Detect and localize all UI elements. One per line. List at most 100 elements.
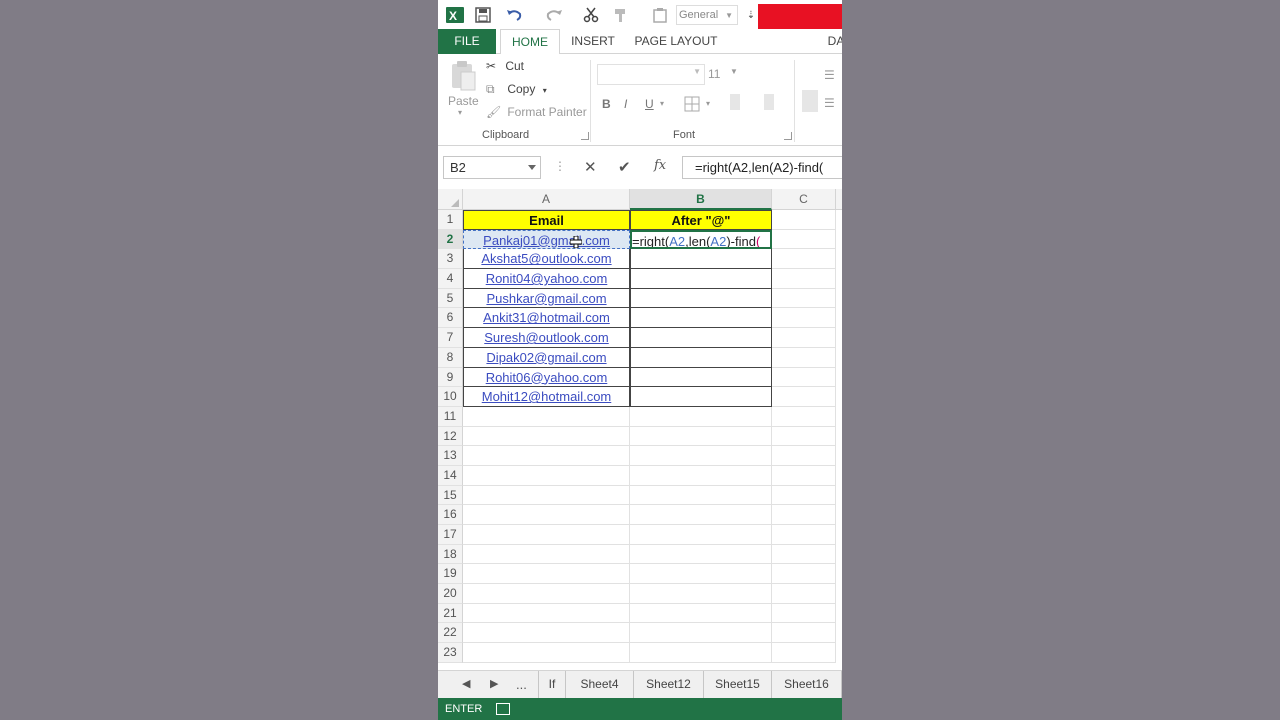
scroll-left-icon[interactable]: ◀	[462, 671, 470, 698]
cell-a[interactable]: Suresh@outlook.com	[463, 328, 630, 348]
column-header-c[interactable]: C	[772, 189, 836, 210]
paste-dropdown-icon[interactable]: ▾	[458, 108, 462, 117]
email-link[interactable]: Suresh@outlook.com	[484, 330, 608, 345]
cell-a[interactable]: Ankit31@hotmail.com	[463, 308, 630, 329]
cell-a[interactable]: Dipak02@gmail.com	[463, 347, 630, 368]
email-link[interactable]: Akshat5@outlook.com	[481, 251, 611, 266]
cell-b[interactable]	[630, 288, 772, 309]
row-header[interactable]: 17	[438, 525, 463, 545]
formula-input[interactable]: =right(A2,len(A2)-find(	[682, 156, 842, 179]
clipboard-launcher-icon[interactable]	[581, 132, 589, 140]
row-header[interactable]: 3	[438, 249, 463, 270]
email-link[interactable]: Pankaj01@gmail.com	[483, 233, 610, 248]
row-header[interactable]: 15	[438, 485, 463, 506]
cell-b[interactable]	[630, 347, 772, 368]
cell-a[interactable]	[463, 623, 630, 644]
row-header[interactable]: 23	[438, 643, 463, 663]
font-launcher-icon[interactable]	[784, 132, 792, 140]
cell-c[interactable]	[772, 328, 836, 348]
borders-icon[interactable]	[684, 96, 700, 115]
number-format-select[interactable]: General ▼	[676, 5, 738, 25]
cell-c[interactable]	[772, 584, 836, 604]
macro-record-icon[interactable]	[496, 703, 510, 715]
cell-c[interactable]	[772, 269, 836, 289]
row-header[interactable]: 12	[438, 426, 463, 447]
cell-a[interactable]	[463, 505, 630, 525]
tab-file[interactable]: FILE	[438, 29, 496, 54]
cell-c[interactable]	[772, 544, 836, 565]
cell-b[interactable]	[630, 249, 772, 270]
cell-a[interactable]	[463, 465, 630, 486]
cell-b[interactable]	[630, 505, 772, 525]
column-header-a[interactable]: A	[463, 189, 630, 210]
cell-c[interactable]	[772, 485, 836, 506]
cell-b[interactable]	[630, 367, 772, 388]
row-header[interactable]: 2	[438, 229, 463, 250]
font-size-select[interactable]: 11	[708, 67, 720, 81]
align-lines-icon[interactable]: ☰	[824, 68, 835, 82]
format-painter-icon[interactable]	[610, 5, 634, 25]
insert-function-button[interactable]: fx	[654, 158, 666, 173]
row-header[interactable]: 18	[438, 544, 463, 565]
cell-a[interactable]	[463, 643, 630, 663]
cell-b[interactable]	[630, 446, 772, 466]
tab-insert[interactable]: INSERT	[568, 29, 618, 54]
email-link[interactable]: Mohit12@hotmail.com	[482, 389, 612, 404]
row-header[interactable]: 16	[438, 505, 463, 525]
paste-icon[interactable]	[450, 60, 478, 95]
cell-a[interactable]: Pushkar@gmail.com	[463, 288, 630, 309]
cell-a[interactable]: Rohit06@yahoo.com	[463, 367, 630, 388]
tab-data[interactable]: DA	[826, 29, 842, 54]
cell-c[interactable]	[772, 308, 836, 329]
name-box[interactable]: B2	[443, 156, 541, 179]
save-icon[interactable]	[474, 5, 492, 25]
cell-c[interactable]	[772, 525, 836, 545]
cell-b[interactable]	[630, 269, 772, 289]
cell-b[interactable]	[630, 623, 772, 644]
sheet-tab-sheet12[interactable]: Sheet12	[634, 671, 704, 698]
row-header[interactable]: 6	[438, 308, 463, 329]
chevron-down-icon[interactable]: ▾	[706, 99, 710, 108]
row-header[interactable]: 8	[438, 347, 463, 368]
row-header[interactable]: 11	[438, 406, 463, 427]
cell-a[interactable]	[463, 485, 630, 506]
header-cell-after-at[interactable]: After "@"	[630, 210, 772, 230]
cell-a[interactable]	[463, 446, 630, 466]
cut-button[interactable]: ✂ Cut	[486, 59, 524, 73]
cell-c[interactable]	[772, 210, 836, 230]
cell-b[interactable]	[630, 485, 772, 506]
cell-c[interactable]	[772, 367, 836, 388]
row-header[interactable]: 7	[438, 328, 463, 348]
cell-c[interactable]	[772, 446, 836, 466]
sheet-tab-sheet16[interactable]: Sheet16	[772, 671, 842, 698]
row-header[interactable]: 21	[438, 603, 463, 624]
row-header[interactable]: 20	[438, 584, 463, 604]
cell-b[interactable]	[630, 328, 772, 348]
row-header[interactable]: 14	[438, 465, 463, 486]
italic-button[interactable]: I	[624, 97, 627, 111]
paste-button[interactable]: Paste	[448, 94, 479, 108]
undo-icon[interactable]	[502, 5, 528, 25]
cell-c[interactable]	[772, 406, 836, 427]
cell-a[interactable]	[463, 584, 630, 604]
column-header-b[interactable]: B	[630, 189, 772, 210]
sheet-tab-sheet15[interactable]: Sheet15	[704, 671, 772, 698]
cell-c[interactable]	[772, 465, 836, 486]
row-header[interactable]: 13	[438, 446, 463, 466]
enter-icon[interactable]: ✔	[618, 158, 631, 176]
cell-b[interactable]	[630, 603, 772, 624]
cell-c[interactable]	[772, 387, 836, 407]
cell-b[interactable]	[630, 308, 772, 329]
more-sheets-button[interactable]: ...	[516, 671, 527, 698]
cell-c[interactable]	[772, 623, 836, 644]
cell-a[interactable]	[463, 525, 630, 545]
cell-a[interactable]	[463, 426, 630, 447]
font-color-icon[interactable]	[764, 94, 774, 110]
row-header[interactable]: 19	[438, 564, 463, 585]
tab-home[interactable]: HOME	[500, 29, 560, 55]
cell-b[interactable]	[630, 406, 772, 427]
cell-b2-editing[interactable]: =right(A2,len(A2)-find(	[630, 229, 772, 250]
cell-b[interactable]	[630, 387, 772, 407]
cell-b[interactable]	[630, 465, 772, 486]
cell-a[interactable]	[463, 603, 630, 624]
